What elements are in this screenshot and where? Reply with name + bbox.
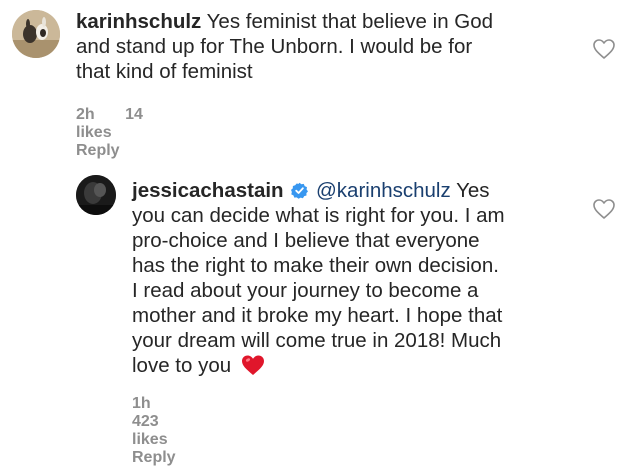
comment-line: and stand up for The Unborn. I would be …	[76, 35, 473, 58]
comment-timestamp[interactable]: 1h	[132, 395, 151, 412]
comment-text-block: jessicachastain @karinhschulz Yes you ca…	[132, 178, 572, 378]
comment-text: love to you	[132, 354, 232, 377]
comment-line: karinhschulz Yes feminist that believe i…	[76, 9, 596, 34]
comment-line: your dream will come true in 2018! Much	[132, 329, 502, 352]
avatar-photo-icon	[12, 10, 60, 58]
red-heart-emoji-icon	[241, 355, 264, 375]
avatar-jessicachastain[interactable]	[76, 175, 116, 215]
comment-line: jessicachastain @karinhschulz Yes	[132, 178, 572, 203]
comment-line: I read about your journey to become a	[132, 279, 479, 302]
comment-username[interactable]: karinhschulz	[76, 10, 201, 33]
comment-text-block: karinhschulz Yes feminist that believe i…	[76, 9, 596, 84]
comment-line: has the right to make their own decision…	[132, 254, 499, 277]
comment-line: you can decide what is right for you. I …	[132, 204, 505, 227]
heart-outline-icon[interactable]	[592, 38, 616, 60]
comment-likes-count[interactable]: 423 likes	[132, 413, 168, 448]
comment-line: love to you	[132, 353, 572, 378]
heart-outline-icon[interactable]	[592, 198, 616, 220]
comment-text: Yes	[456, 179, 490, 202]
comment-mention-link[interactable]: @karinhschulz	[316, 179, 451, 202]
avatar-karinhschulz[interactable]	[12, 10, 60, 58]
comment-username[interactable]: jessicachastain	[132, 179, 284, 202]
avatar-photo-icon	[76, 175, 116, 215]
comment-line: pro-choice and I believe that everyone	[132, 229, 480, 252]
reply-button[interactable]: Reply	[132, 449, 176, 466]
verified-badge-icon	[291, 182, 309, 199]
comment-text: Yes feminist that believe in God	[206, 10, 494, 33]
comment-line: mother and it broke my heart. I hope tha…	[132, 304, 503, 327]
comment-meta: 2h 14 likes Reply	[76, 106, 146, 160]
comment-timestamp[interactable]: 2h	[76, 106, 95, 123]
reply-button[interactable]: Reply	[76, 142, 120, 159]
comment-line: that kind of feminist	[76, 60, 253, 83]
comment-meta: 1h 423 likes Reply	[132, 395, 202, 467]
